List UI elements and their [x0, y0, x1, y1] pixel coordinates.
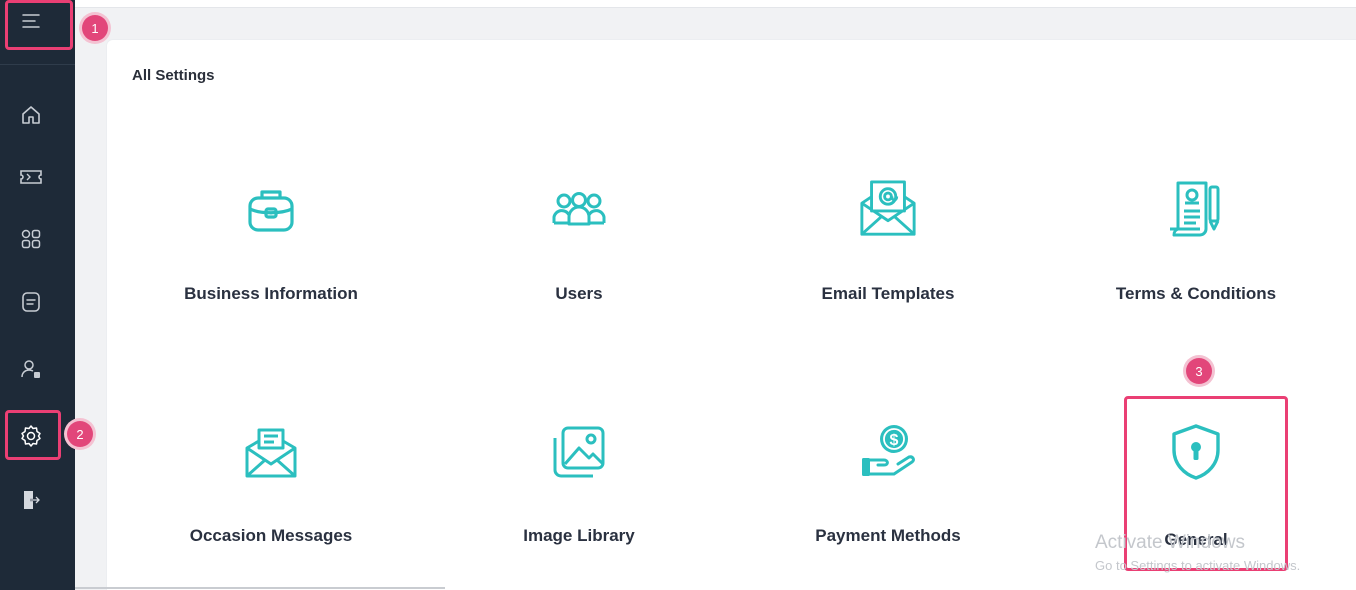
tile-label: Occasion Messages: [189, 526, 353, 545]
sidebar-divider: [0, 64, 75, 65]
apps-grid-icon[interactable]: [16, 224, 46, 254]
svg-text:$: $: [890, 432, 899, 449]
tile-label: Image Library: [523, 526, 635, 545]
page-title: All Settings: [132, 67, 215, 84]
tile-label: Email Templates: [821, 284, 955, 303]
logout-icon[interactable]: [16, 485, 46, 515]
hamburger-menu-icon[interactable]: [16, 6, 46, 36]
home-icon[interactable]: [16, 100, 46, 130]
tile-label: Users: [555, 284, 603, 303]
image-library-icon: [549, 422, 609, 482]
watermark-title: Activate Windows: [1095, 532, 1245, 553]
settings-gear-icon[interactable]: [16, 421, 46, 451]
tile-email-templates[interactable]: Email Templates: [748, 180, 1028, 330]
step-badge-1: 1: [82, 15, 108, 41]
user-manage-icon[interactable]: [16, 354, 46, 384]
occasion-message-icon: [241, 422, 301, 482]
horizontal-scrollbar[interactable]: [75, 587, 445, 589]
tile-label: Terms & Conditions: [1115, 284, 1277, 303]
settings-panel: All Settings Business Information Users …: [107, 40, 1356, 590]
watermark-subtitle: Go to Settings to activate Windows.: [1095, 558, 1301, 573]
document-icon[interactable]: [16, 287, 46, 317]
briefcase-icon: [241, 180, 301, 240]
ticket-icon[interactable]: [16, 162, 46, 192]
tile-occasion-messages[interactable]: Occasion Messages: [131, 422, 411, 572]
payment-hand-icon: $: [858, 422, 918, 482]
top-bar: [75, 0, 1356, 8]
step-badge-3: 3: [1186, 358, 1212, 384]
tile-users[interactable]: Users: [439, 180, 719, 330]
email-template-icon: [858, 180, 918, 240]
sidebar: [0, 0, 75, 590]
users-group-icon: [549, 180, 609, 240]
tile-label: Payment Methods: [815, 526, 961, 545]
tile-business-information[interactable]: Business Information: [131, 180, 411, 330]
step-badge-2: 2: [67, 421, 93, 447]
tile-image-library[interactable]: Image Library: [439, 422, 719, 572]
windows-activation-watermark: Activate Windows Go to Settings to activ…: [1095, 532, 1300, 573]
tile-terms-conditions[interactable]: Terms & Conditions: [1056, 180, 1336, 330]
shield-lock-icon: [1166, 422, 1226, 482]
tile-label: Business Information: [184, 284, 358, 303]
tile-payment-methods[interactable]: $ Payment Methods: [748, 422, 1028, 572]
terms-document-icon: [1166, 180, 1226, 240]
